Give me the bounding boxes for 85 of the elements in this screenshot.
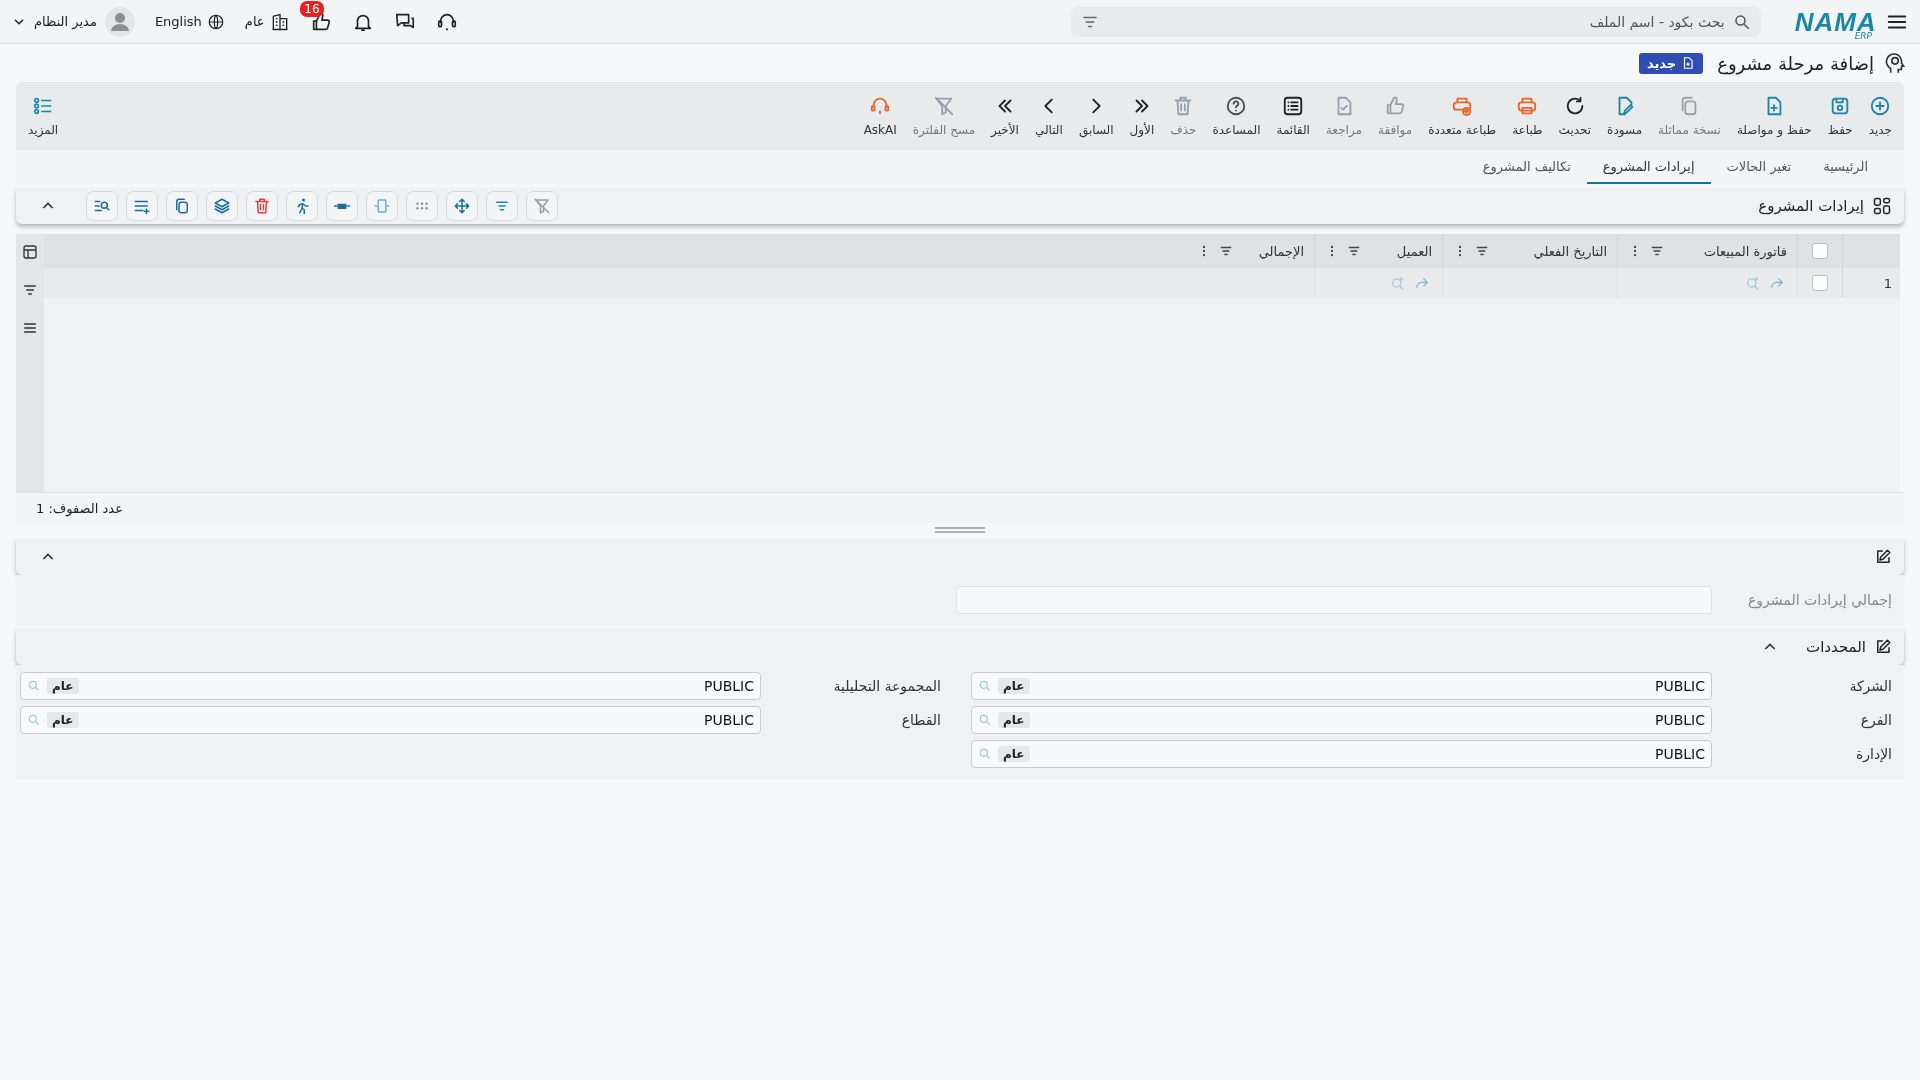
help-icon xyxy=(1225,95,1248,117)
edit-icon xyxy=(1874,548,1892,566)
layers-button[interactable] xyxy=(206,191,238,221)
toolbar-button[interactable]: السابق xyxy=(1070,95,1122,137)
row-checkbox[interactable] xyxy=(1812,275,1828,291)
dots-grid-button[interactable] xyxy=(406,191,438,221)
notification-badge: 16 xyxy=(300,0,324,17)
printer-icon xyxy=(1516,95,1539,117)
filter-icon[interactable] xyxy=(1650,244,1664,258)
branch-label[interactable]: عام xyxy=(244,14,265,29)
status-badge: جديد xyxy=(1638,52,1704,74)
toolbar-button[interactable]: طباعة متعددة xyxy=(1420,95,1505,137)
tag: عام xyxy=(998,746,1030,762)
search-list-button[interactable] xyxy=(86,191,118,221)
toolbar-button[interactable]: الأخير xyxy=(983,95,1027,137)
toolbar-button[interactable]: القائمة xyxy=(1268,95,1318,137)
thumbs-up-icon xyxy=(1384,95,1407,117)
row-number: 1 xyxy=(1883,275,1892,291)
user-name[interactable]: مدير النظام xyxy=(34,14,97,29)
search-icon xyxy=(1732,12,1751,31)
edit-icon xyxy=(1874,638,1892,656)
page-title: إضافة مرحلة مشروع xyxy=(1717,52,1874,74)
language-label[interactable]: English xyxy=(154,14,202,29)
filter-icon[interactable] xyxy=(1219,244,1233,258)
column-resize-icon xyxy=(373,197,391,215)
filter-off-icon xyxy=(533,197,551,215)
plus-circle-icon xyxy=(1869,95,1892,117)
tag: عام xyxy=(998,712,1030,728)
toolbar-button[interactable]: جديد xyxy=(1860,95,1900,137)
avatar-icon xyxy=(104,6,135,37)
tab[interactable]: الرئيسية xyxy=(1807,150,1884,184)
select-all-checkbox[interactable] xyxy=(1812,243,1828,259)
filter-icon[interactable] xyxy=(1347,244,1361,258)
list-plus-button[interactable] xyxy=(126,191,158,221)
table-icon[interactable] xyxy=(22,244,38,260)
trash-button[interactable] xyxy=(246,191,278,221)
more-button[interactable]: المزيد xyxy=(20,95,67,137)
filter-icon[interactable] xyxy=(22,282,38,298)
field-label: القطاع xyxy=(900,712,942,728)
move-arrows-icon xyxy=(453,197,471,215)
section-title: إيرادات المشروع xyxy=(1758,197,1864,215)
tab[interactable]: تغير الحالات xyxy=(1710,150,1808,184)
headset-icon xyxy=(869,95,892,117)
column-header: فاتورة المبيعات xyxy=(1703,243,1787,259)
toolbar-button[interactable]: الأول xyxy=(1121,95,1163,137)
move-arrows-button[interactable] xyxy=(446,191,478,221)
column-header: التاريخ الفعلي xyxy=(1533,243,1607,259)
list-icon xyxy=(1282,95,1305,117)
column-header: العميل xyxy=(1396,243,1432,259)
running-person-button[interactable] xyxy=(286,191,318,221)
filter-button[interactable] xyxy=(486,191,518,221)
tab[interactable]: تكاليف المشروع xyxy=(1466,150,1587,184)
tag: عام xyxy=(998,678,1030,694)
globe-icon xyxy=(206,12,225,31)
layers-icon xyxy=(213,197,231,215)
printer-plus-icon xyxy=(1451,95,1474,117)
copy-icon xyxy=(173,197,191,215)
toolbar-button[interactable]: تحديث xyxy=(1550,95,1600,137)
toolbar-button[interactable]: حفظ و مواصلة xyxy=(1728,95,1820,137)
filter-off-icon xyxy=(932,95,955,117)
toolbar-button[interactable]: المساعدة xyxy=(1204,95,1269,137)
toolbar-button[interactable]: التالي xyxy=(1026,95,1071,137)
toolbar-button[interactable]: طباعة xyxy=(1504,95,1551,137)
trash-icon xyxy=(253,197,271,215)
copy-button[interactable] xyxy=(166,191,198,221)
row-count: عدد الصفوف: 1 xyxy=(36,500,123,516)
section-title: المحددات xyxy=(1806,638,1866,656)
column-header: الإجمالي xyxy=(1258,243,1304,259)
toolbar-button[interactable]: حفظ xyxy=(1819,95,1861,137)
tag: عام xyxy=(47,678,79,694)
search-field[interactable]: بحث بكود - اسم الملف xyxy=(1070,6,1761,37)
row-insert-button[interactable] xyxy=(326,191,358,221)
field-label: إجمالي إيرادات المشروع xyxy=(1746,592,1893,608)
resize-handle[interactable] xyxy=(935,527,985,533)
grid-icon xyxy=(1872,196,1892,216)
toolbar-button[interactable]: AskAI xyxy=(855,95,905,137)
filter-icon[interactable] xyxy=(1475,244,1489,258)
toolbar-button[interactable]: مسودة xyxy=(1599,95,1651,137)
field-label: الشركة xyxy=(1848,678,1893,694)
field-label: الفرع xyxy=(1859,712,1893,728)
tag: عام xyxy=(47,712,79,728)
tab[interactable]: إيرادات المشروع xyxy=(1586,150,1711,184)
field-label: الإدارة xyxy=(1854,746,1893,762)
search-input[interactable]: بحث بكود - اسم الملف xyxy=(1104,12,1727,31)
field-label: المجموعة التحليلية xyxy=(832,678,942,694)
